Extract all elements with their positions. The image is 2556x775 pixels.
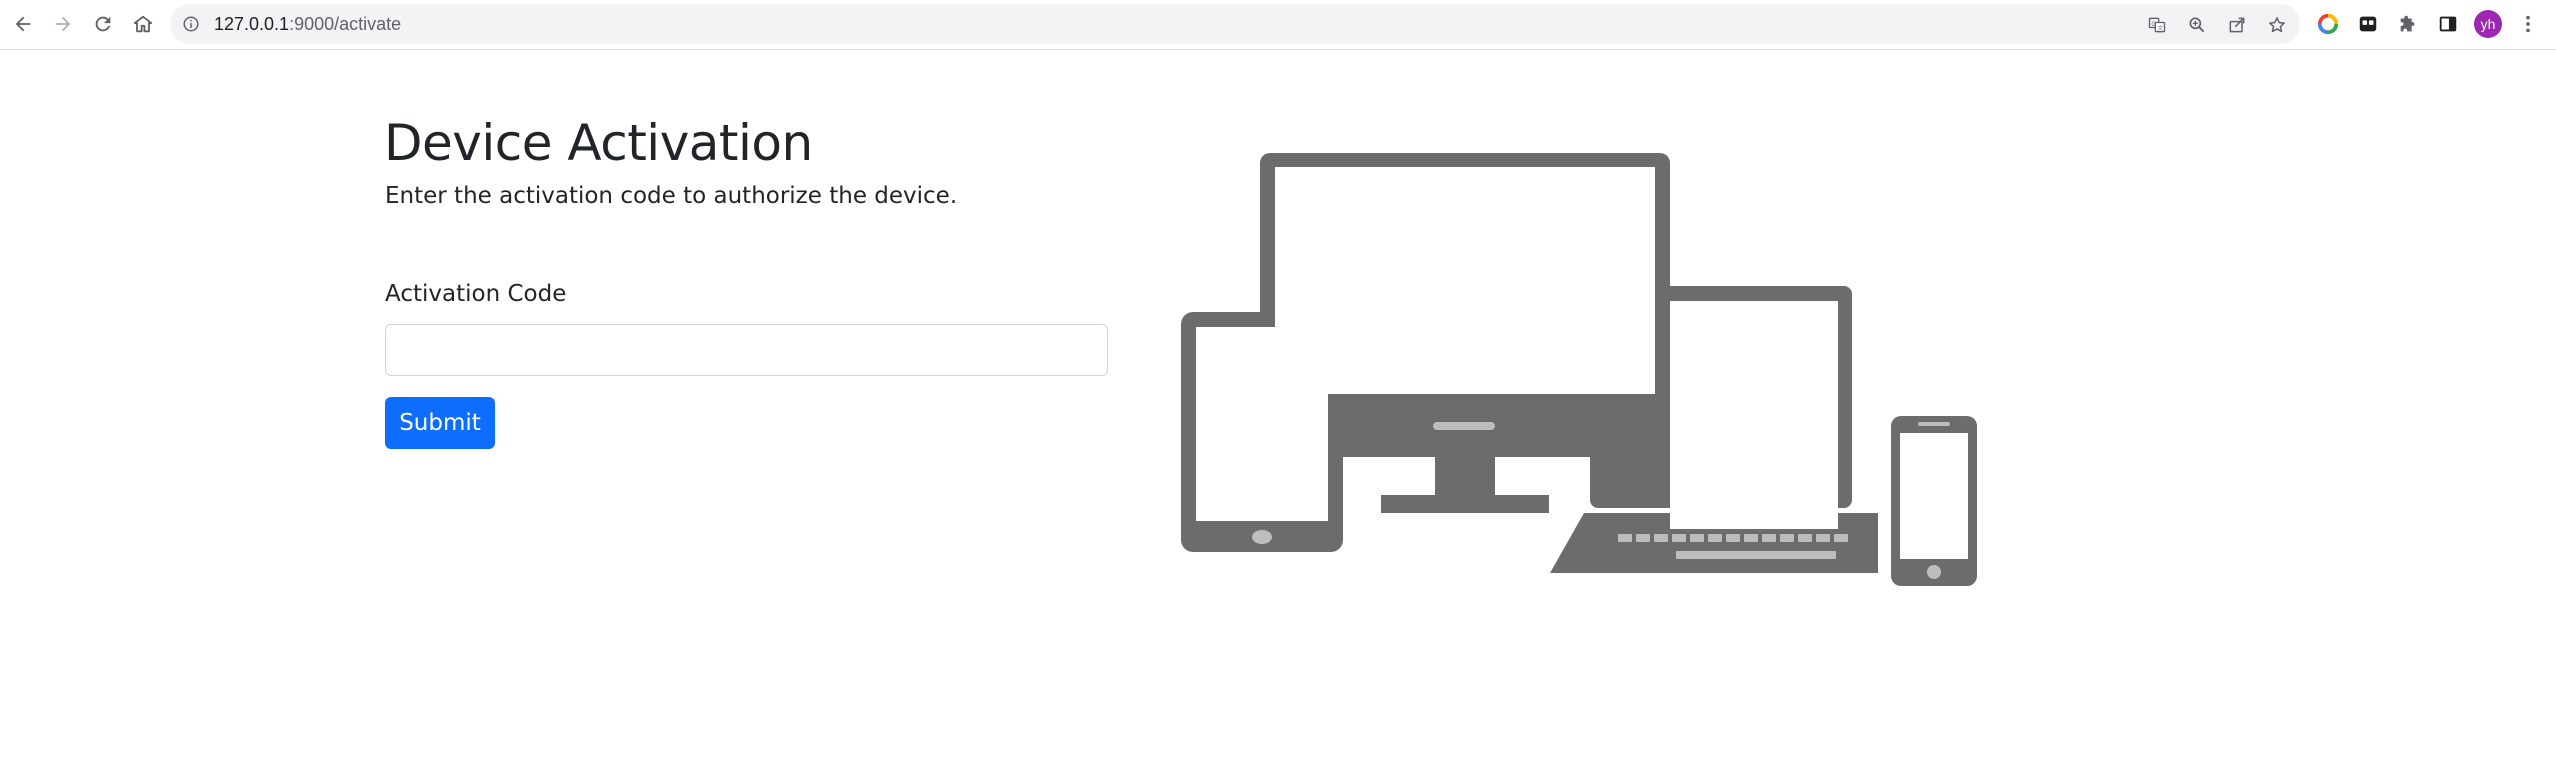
reload-icon <box>95 16 111 32</box>
activation-code-input[interactable] <box>385 324 1108 376</box>
extension-app-icon <box>2359 16 2377 32</box>
activation-code-label: Activation Code <box>385 281 567 307</box>
monitor-stand-base <box>1381 495 1549 513</box>
browser-menu-button[interactable] <box>2515 11 2541 37</box>
address-bar[interactable]: 127.0.0.1:9000/activate G 文 <box>170 4 2300 44</box>
extensions-button[interactable] <box>2395 11 2421 37</box>
devices-illustration <box>1181 153 1977 586</box>
zoom-icon <box>2189 17 2205 33</box>
side-panel-button[interactable] <box>2435 11 2461 37</box>
monitor-stand-neck <box>1435 457 1495 497</box>
share-button[interactable] <box>2225 13 2249 37</box>
color-wheel-icon <box>2317 13 2339 35</box>
tablet-home-button <box>1252 530 1272 544</box>
back-button[interactable] <box>8 9 38 39</box>
url-host: 127.0.0.1 <box>214 14 290 34</box>
url-text[interactable]: 127.0.0.1:9000/activate <box>214 14 401 34</box>
translate-button[interactable]: G 文 <box>2145 13 2169 37</box>
zoom-button[interactable] <box>2185 13 2209 37</box>
extension-color-button[interactable] <box>2315 11 2341 37</box>
kebab-menu-icon <box>2526 15 2530 33</box>
extension-app-button[interactable] <box>2355 11 2381 37</box>
phone-home-button <box>1927 565 1941 579</box>
submit-button[interactable]: Submit <box>385 397 495 449</box>
reload-button[interactable] <box>88 9 118 39</box>
translate-icon: G 文 <box>2148 17 2166 33</box>
forward-arrow-icon <box>55 16 71 32</box>
share-icon <box>2229 17 2245 33</box>
page-title: Device Activation <box>384 114 813 172</box>
page-subtitle: Enter the activation code to authorize t… <box>385 183 958 209</box>
monitor-logo-bar <box>1433 422 1495 430</box>
svg-text:文: 文 <box>2157 24 2163 32</box>
monitor-screen <box>1275 167 1655 394</box>
home-button[interactable] <box>128 9 158 39</box>
tablet-screen <box>1196 327 1328 521</box>
info-icon[interactable] <box>182 15 200 33</box>
forward-button[interactable] <box>48 9 78 39</box>
activation-page: Device Activation Enter the activation c… <box>0 51 2556 775</box>
home-icon <box>133 15 153 33</box>
svg-text:G: G <box>2151 22 2156 28</box>
back-arrow-icon <box>15 16 31 32</box>
side-panel-icon <box>2439 16 2457 32</box>
star-icon <box>2269 17 2285 33</box>
browser-toolbar: 127.0.0.1:9000/activate G 文 yh <box>0 0 2556 50</box>
phone-speaker <box>1918 422 1950 426</box>
phone-screen <box>1900 433 1968 559</box>
profile-avatar[interactable]: yh <box>2474 10 2502 38</box>
laptop-screen <box>1670 301 1838 529</box>
url-path: :9000/activate <box>289 14 402 34</box>
bookmark-button[interactable] <box>2265 13 2289 37</box>
puzzle-icon <box>2400 15 2415 32</box>
